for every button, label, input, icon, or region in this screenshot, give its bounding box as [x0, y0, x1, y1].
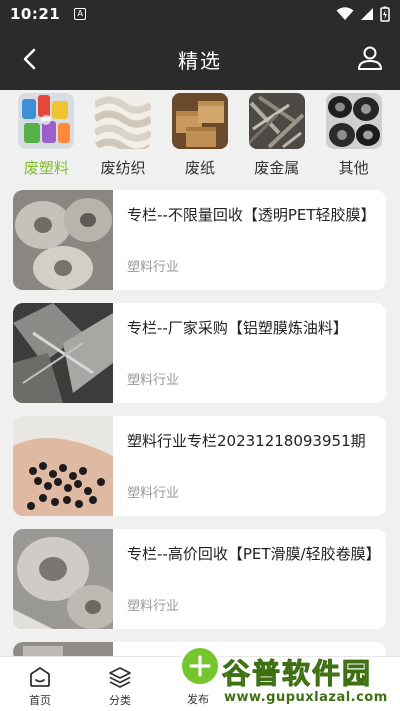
article-title: 专栏--高价回收【PET滑膜/轻胶卷膜】	[127, 545, 381, 563]
page-title: 精选	[178, 48, 222, 73]
article-tag: 塑料行业	[127, 599, 180, 614]
publish-button[interactable]	[179, 645, 221, 687]
app-header: 精选	[0, 28, 400, 90]
article-tag: 塑料行业	[127, 486, 180, 501]
nav-category-label: 分类	[109, 694, 131, 707]
status-icons	[336, 6, 390, 22]
category-row: 废塑料 废纺织 废纸 废金属 其他	[0, 90, 400, 182]
profile-button[interactable]	[354, 42, 386, 74]
article-card[interactable]: 塑料行业专栏20231218093951期 塑料行业	[13, 416, 386, 516]
article-title: 塑料行业专栏20231218093951期	[127, 432, 366, 450]
category-label: 其他	[338, 159, 369, 177]
wifi-icon	[336, 7, 354, 20]
article-card[interactable]: 专栏--高价回收【PET滑膜/轻胶卷膜】 塑料行业	[13, 529, 386, 629]
other-thumbnail	[325, 93, 382, 149]
watermark-url: www.gupuxlazal.com	[224, 690, 388, 705]
nav-home-label: 首页	[29, 694, 51, 707]
chevron-left-icon	[23, 48, 36, 70]
category-other[interactable]: 其他	[320, 90, 388, 182]
article-tag: 塑料行业	[127, 260, 180, 275]
category-paper[interactable]: 废纸	[166, 90, 234, 182]
article-tag: 塑料行业	[127, 373, 180, 388]
layers-icon	[109, 667, 131, 688]
category-label: 废金属	[254, 159, 300, 177]
article-image	[13, 303, 113, 403]
back-button[interactable]	[14, 44, 44, 74]
article-body: 塑料行业专栏20231218093951期 塑料行业	[113, 416, 386, 516]
article-body: 专栏--不限量回收【透明PET轻胶膜】 塑料行业	[113, 190, 386, 290]
category-label: 废纸	[184, 159, 215, 177]
article-image	[13, 190, 113, 290]
category-label: 废塑料	[23, 159, 69, 177]
user-icon	[358, 46, 382, 70]
nav-home[interactable]: 首页	[0, 657, 80, 711]
article-title: 专栏--厂家采购【铝塑膜炼油料】	[127, 319, 348, 337]
status-bar: 10:21 A	[0, 0, 400, 28]
category-plastic[interactable]: 废塑料	[12, 90, 80, 182]
category-label: 废纺织	[100, 159, 146, 177]
battery-icon	[380, 6, 390, 22]
article-body: 专栏--厂家采购【铝塑膜炼油料】 塑料行业	[113, 303, 386, 403]
article-body: 专栏--高价回收【PET滑膜/轻胶卷膜】 塑料行业	[113, 529, 386, 629]
plus-icon	[189, 655, 211, 677]
sim-icon: A	[74, 8, 87, 20]
category-metal[interactable]: 废金属	[243, 90, 311, 182]
article-card[interactable]: 专栏--厂家采购【铝塑膜炼油料】 塑料行业	[13, 303, 386, 403]
article-image	[13, 416, 113, 516]
category-textile[interactable]: 废纺织	[89, 90, 157, 182]
status-time: 10:21	[10, 5, 61, 23]
publish-label: 发布	[187, 693, 209, 706]
article-title: 专栏--不限量回收【透明PET轻胶膜】	[127, 206, 376, 224]
plastic-thumbnail	[18, 93, 75, 149]
signal-icon	[361, 8, 373, 20]
paper-thumbnail	[171, 93, 228, 149]
article-card[interactable]: 专栏--不限量回收【透明PET轻胶膜】 塑料行业	[13, 190, 386, 290]
article-image	[13, 529, 119, 629]
metal-thumbnail	[248, 93, 305, 149]
home-icon	[30, 667, 50, 687]
textile-thumbnail	[95, 93, 152, 149]
watermark: 谷普软件园 www.gupuxlazal.com	[218, 652, 398, 708]
watermark-brand: 谷普软件园	[221, 657, 373, 691]
nav-category[interactable]: 分类	[80, 657, 160, 711]
